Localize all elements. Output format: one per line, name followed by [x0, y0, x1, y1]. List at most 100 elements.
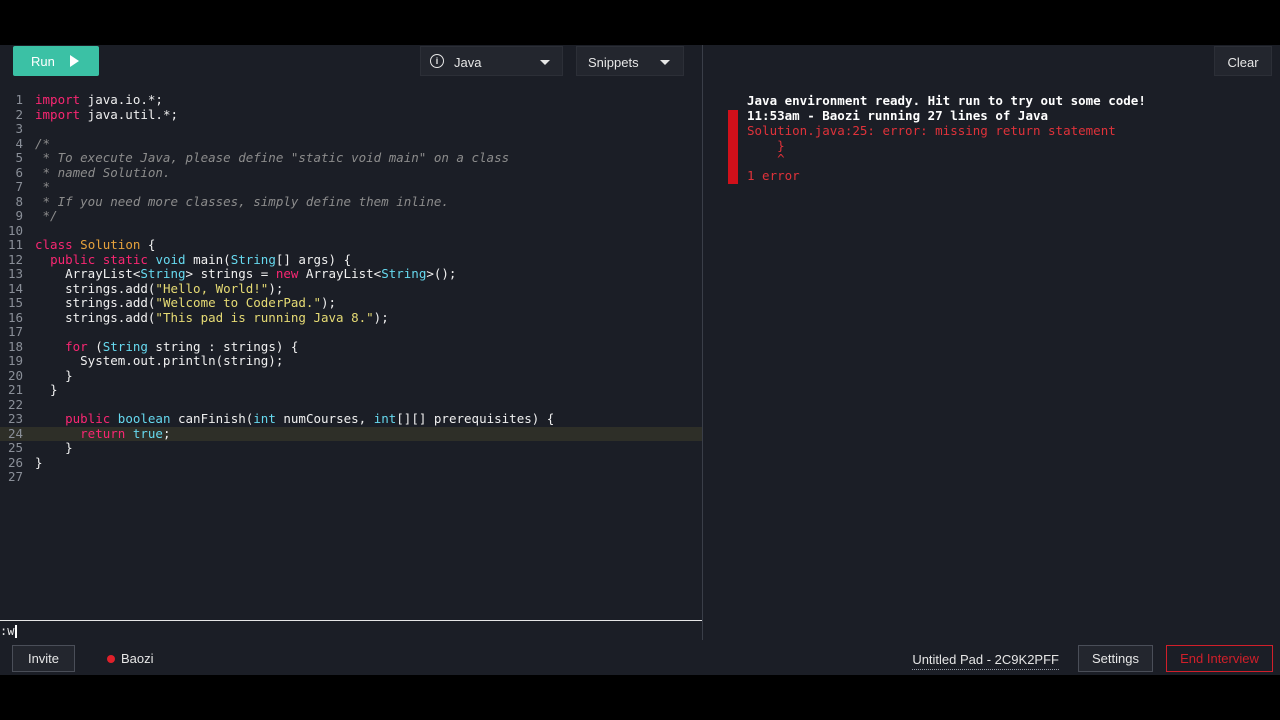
code-token: String — [381, 266, 427, 281]
code-line[interactable]: 5 * To execute Java, please define "stat… — [0, 150, 702, 166]
invite-button-label: Invite — [27, 651, 60, 666]
code-line[interactable]: 25 } — [0, 440, 702, 456]
line-number: 20 — [7, 367, 23, 383]
line-number: 4 — [15, 135, 23, 151]
code-token: } — [35, 440, 73, 455]
code-text: } — [35, 382, 58, 398]
run-button[interactable]: Run — [13, 46, 99, 76]
code-line[interactable]: 9 */ — [0, 208, 702, 224]
line-number: 2 — [15, 106, 23, 122]
code-line[interactable]: 21 } — [0, 382, 702, 398]
code-text: System.out.println(string); — [35, 353, 284, 369]
chevron-down-icon — [540, 60, 550, 65]
code-token: string : strings) { — [147, 338, 299, 354]
vim-command-line[interactable]: :w — [0, 620, 702, 640]
code-text: */ — [35, 208, 58, 224]
code-line[interactable]: 2 import java.util.*; — [0, 106, 702, 123]
code-line[interactable]: 24 return true; — [0, 425, 702, 442]
line-number: 5 — [15, 150, 23, 165]
invite-button[interactable]: Invite — [12, 645, 75, 672]
settings-button[interactable]: Settings — [1078, 645, 1153, 672]
code-line[interactable]: 8 * If you need more classes, simply def… — [0, 193, 702, 210]
code-line[interactable]: 23 public boolean canFinish(int numCours… — [0, 411, 702, 427]
line-number: 6 — [15, 164, 23, 180]
code-line[interactable]: 20 } — [0, 367, 702, 384]
play-icon — [70, 55, 79, 67]
code-text: strings.add("Welcome to CoderPad."); — [35, 295, 337, 311]
code-line[interactable]: 11 class Solution { — [0, 237, 702, 253]
code-token: System.out.println(string); — [35, 353, 284, 368]
code-line[interactable]: 19 System.out.println(string); — [0, 353, 702, 369]
console-error-count: 1 error — [747, 168, 800, 183]
code-text: } — [35, 368, 73, 384]
code-line[interactable]: 16 strings.add("This pad is running Java… — [0, 309, 702, 326]
code-line[interactable]: 18 for (String string : strings) { — [0, 338, 702, 355]
console-ready-message: Java environment ready. Hit run to try o… — [747, 93, 1146, 108]
line-number: 25 — [7, 440, 23, 455]
code-token: String — [140, 266, 186, 281]
code-token: String — [230, 251, 276, 267]
code-text: return true; — [35, 425, 171, 442]
code-token: ( — [87, 338, 103, 354]
line-number: 8 — [15, 193, 23, 209]
code-line[interactable]: 17 — [0, 324, 702, 340]
pad-name[interactable]: Untitled Pad - 2C9K2PFF — [912, 652, 1059, 670]
language-label: Java — [454, 55, 482, 70]
line-number: 11 — [7, 237, 23, 252]
line-number: 18 — [7, 338, 23, 354]
snippets-dropdown[interactable]: Snippets — [576, 46, 684, 76]
code-token: ); — [373, 309, 389, 325]
code-line[interactable]: 13 ArrayList<String> strings = new Array… — [0, 266, 702, 282]
line-number: 7 — [15, 179, 23, 194]
code-text: } — [35, 454, 43, 471]
language-dropdown[interactable]: i Java — [420, 46, 563, 76]
run-button-label: Run — [31, 54, 55, 69]
end-interview-button[interactable]: End Interview — [1166, 645, 1273, 672]
code-line[interactable]: 12 public static void main(String[] args… — [0, 251, 702, 268]
code-token: ; — [162, 425, 171, 441]
code-editor[interactable]: 1 import java.io.*; 2 import java.util.*; 3 4… — [0, 92, 702, 533]
line-number: 15 — [7, 295, 23, 310]
code-line[interactable]: 3 — [0, 121, 702, 137]
code-token: boolean — [117, 411, 171, 426]
code-token: } — [35, 454, 43, 470]
code-text: * To execute Java, please define "static… — [35, 150, 510, 166]
code-line[interactable]: 26} — [0, 454, 702, 471]
code-token: class — [35, 237, 73, 252]
code-token: Solution — [80, 237, 141, 252]
code-line[interactable]: 15 strings.add("Welcome to CoderPad."); — [0, 295, 702, 311]
user-status-dot-icon — [107, 655, 115, 663]
code-token: "This pad is running Java 8." — [155, 309, 374, 325]
text-cursor — [15, 625, 18, 638]
clear-button[interactable]: Clear — [1214, 46, 1272, 76]
code-token: java.util.*; — [80, 106, 178, 122]
code-text: strings.add("This pad is running Java 8.… — [35, 309, 389, 326]
code-token: void — [155, 251, 186, 267]
code-token: ); — [321, 295, 337, 310]
code-line[interactable]: 7 * — [0, 179, 702, 195]
code-line[interactable]: 1 import java.io.*; — [0, 92, 702, 108]
code-token: numCourses, — [275, 411, 374, 426]
chevron-down-icon — [660, 60, 670, 65]
code-line[interactable]: 14 strings.add("Hello, World!"); — [0, 280, 702, 297]
code-text: * named Solution. — [35, 165, 171, 181]
line-number: 9 — [15, 208, 23, 223]
code-line[interactable]: 6 * named Solution. — [0, 164, 702, 181]
code-text: public static void main(String[] args) { — [35, 251, 351, 268]
code-token: public — [65, 411, 111, 426]
code-text: public boolean canFinish(int numCourses,… — [35, 411, 554, 427]
code-token: java.io.*; — [80, 92, 163, 107]
code-line[interactable]: 4 /* — [0, 135, 702, 152]
end-interview-button-label: End Interview — [1180, 651, 1259, 666]
code-text: * — [35, 179, 51, 195]
code-line[interactable]: 22 — [0, 397, 702, 413]
code-token: ); — [268, 280, 284, 296]
line-number: 14 — [7, 280, 23, 296]
code-token: * To execute Java, please define "static… — [35, 150, 510, 165]
code-token: */ — [35, 208, 58, 223]
code-line[interactable]: 27 — [0, 469, 702, 485]
code-line[interactable]: 10 — [0, 223, 702, 239]
snippets-label: Snippets — [588, 55, 639, 70]
code-text: } — [35, 440, 73, 456]
